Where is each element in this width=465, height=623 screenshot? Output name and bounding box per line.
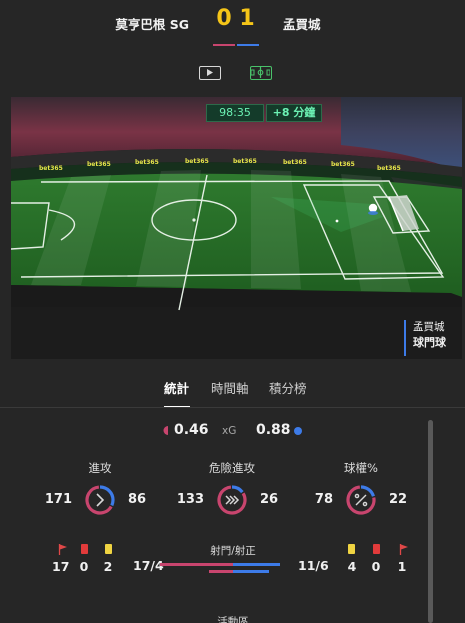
home-xg-value: 0.46: [174, 422, 209, 438]
home-corners: 17: [52, 559, 70, 574]
attacks-title: 進攻: [88, 461, 112, 475]
home-score-underline: [213, 44, 235, 46]
away-score-underline: [237, 44, 259, 46]
match-header: 莫亨巴根 SG 0 1 孟買城: [0, 0, 465, 48]
tab-bar: 統計 時間軸 積分榜: [0, 370, 465, 408]
corner-flag-icon: [399, 544, 408, 555]
home-red-cards: 0: [79, 559, 89, 574]
dangerous-attacks-stat: 危險進攻 133 26: [172, 460, 292, 520]
svg-text:bet365: bet365: [377, 165, 401, 172]
scrollbar-thumb[interactable]: [428, 420, 433, 623]
chevron-right-icon: [96, 493, 105, 507]
away-xg-value: 0.88: [256, 422, 291, 438]
away-yellow-cards: 4: [347, 559, 357, 574]
stadium-illustration: bet365 bet365 bet365 bet365 bet365 bet36…: [11, 97, 462, 359]
yellow-card-icon: [348, 544, 355, 554]
possession-ring: [346, 485, 376, 515]
tab-timeline[interactable]: 時間軸: [211, 378, 249, 397]
play-icon: [207, 69, 213, 76]
home-xg-marker-icon: [163, 426, 168, 435]
svg-text:bet365: bet365: [39, 165, 63, 172]
dangerous-attacks-ring: [217, 485, 247, 515]
home-share-arc: [85, 485, 115, 515]
svg-text:bet365: bet365: [135, 159, 159, 166]
attacks-ring: [85, 485, 115, 515]
tab-stats[interactable]: 統計: [164, 378, 189, 397]
triple-chevron-icon: [225, 495, 240, 505]
corner-flag-icon: [58, 544, 67, 555]
dangerous-attacks-away-value: 26: [260, 492, 279, 507]
away-corners: 1: [397, 559, 407, 574]
event-team: 孟買城: [413, 321, 445, 333]
video-view-button[interactable]: [199, 66, 221, 80]
xg-label: xG: [222, 425, 237, 437]
dangerous-attacks-title: 危險進攻: [209, 461, 255, 475]
possession-stat: 球權% 78 22: [301, 460, 421, 520]
away-red-cards: 0: [371, 559, 381, 574]
red-card-icon: [81, 544, 88, 554]
yellow-card-icon: [105, 544, 112, 554]
home-team-name[interactable]: 莫亨巴根 SG: [115, 14, 189, 33]
away-shots-bar: [233, 563, 281, 566]
attacks-home-value: 171: [44, 492, 72, 507]
pitch-icon: [251, 67, 270, 78]
attacks-away-value: 86: [128, 492, 147, 507]
match-clock: 98:35: [206, 104, 264, 122]
home-shots: 17/4: [133, 558, 164, 573]
pitch-view-button[interactable]: [250, 66, 272, 80]
home-shots-bar: [160, 563, 233, 566]
attacks-stat: 進攻 171 86: [40, 460, 160, 520]
possession-title: 球權%: [344, 461, 378, 475]
home-share-arc: [217, 485, 247, 515]
added-time-badge: +8 分鐘: [266, 104, 322, 122]
dangerous-attacks-home-value: 133: [176, 492, 204, 507]
possession-home-value: 78: [314, 492, 333, 507]
ball-icon: [368, 203, 378, 213]
away-on-target-bar: [233, 570, 269, 573]
away-xg-marker-icon: [294, 427, 302, 435]
svg-text:bet365: bet365: [185, 158, 209, 165]
svg-text:bet365: bet365: [233, 158, 257, 165]
possession-away-value: 22: [389, 492, 408, 507]
event-info: 孟買城 球門球: [404, 320, 460, 356]
event-type: 球門球: [413, 336, 446, 349]
away-score: 1: [239, 6, 255, 31]
svg-text:bet365: bet365: [283, 159, 307, 166]
match-tracker-pitch[interactable]: bet365 bet365 bet365 bet365 bet365 bet36…: [11, 97, 462, 359]
home-on-target-bar: [209, 570, 233, 573]
activity-zone-title: 活動區: [217, 616, 249, 623]
away-team-name[interactable]: 孟買城: [283, 14, 321, 33]
home-score: 0: [216, 6, 232, 31]
svg-text:bet365: bet365: [331, 161, 355, 168]
tabs-divider: [0, 407, 465, 408]
shots-title: 射門/射正: [210, 545, 256, 557]
percent-icon: [354, 493, 368, 507]
red-card-icon: [373, 544, 380, 554]
home-yellow-cards: 2: [103, 559, 113, 574]
svg-text:bet365: bet365: [87, 161, 111, 168]
tab-standings[interactable]: 積分榜: [269, 378, 307, 397]
away-shots: 11/6: [298, 558, 329, 573]
